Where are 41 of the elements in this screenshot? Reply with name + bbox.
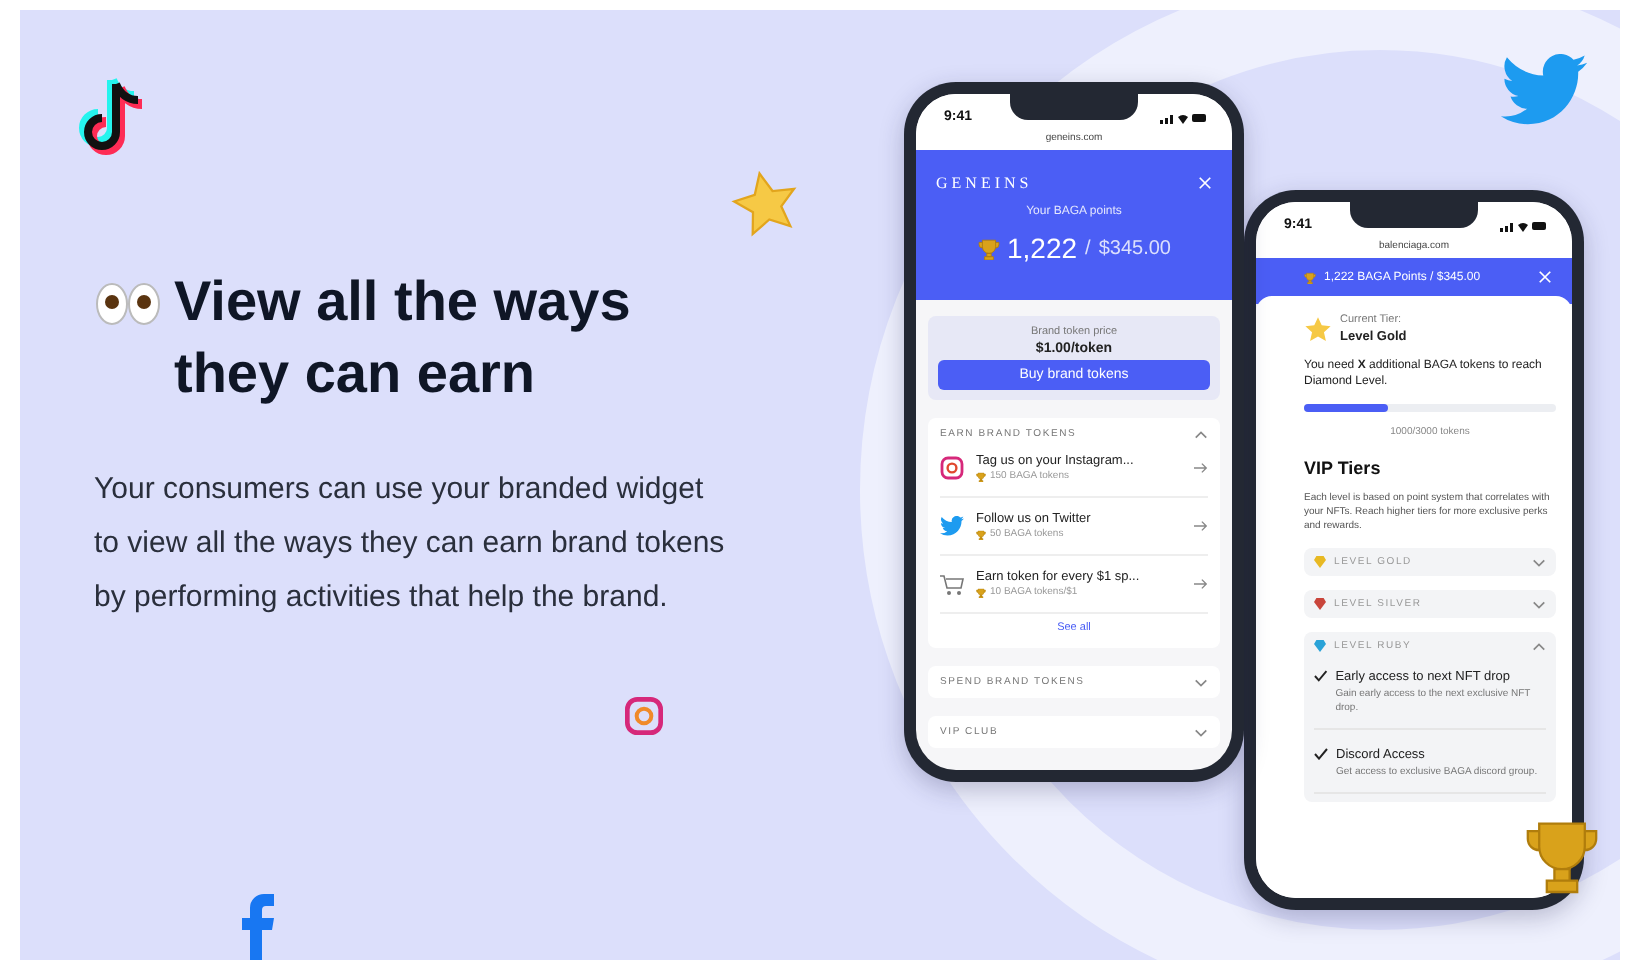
section-title: VIP Tiers (1304, 458, 1383, 478)
trophy-icon (976, 587, 986, 597)
chevron-up-icon (1194, 429, 1208, 439)
trophy-icon (1304, 271, 1316, 283)
separator: / (1085, 237, 1091, 259)
chevron-down-icon (1194, 727, 1208, 737)
phone-notch (1350, 202, 1478, 228)
arrow-right-icon[interactable] (1194, 462, 1208, 474)
chevron-down-icon (1532, 599, 1546, 609)
brand-logo: GENEINS (936, 174, 1033, 192)
cart-icon (940, 573, 964, 595)
trophy-icon (976, 471, 986, 481)
instagram-icon (940, 456, 964, 480)
letter-f-logo-icon (236, 894, 280, 960)
chevron-down-icon (1532, 557, 1546, 567)
check-icon (1314, 670, 1328, 682)
bird-icon (940, 516, 964, 536)
gem-icon (1314, 598, 1326, 610)
points-amount: $345.00 (1098, 237, 1171, 259)
status-icons (1500, 219, 1548, 231)
trophy-icon (977, 237, 999, 259)
gem-icon (1314, 556, 1326, 568)
phone-notch (1010, 94, 1138, 120)
headline: View all the ways they can earn (174, 268, 633, 408)
trophy-icon (976, 529, 986, 539)
star-icon (730, 170, 802, 238)
eyes-icon (94, 280, 162, 328)
check-icon (1314, 748, 1328, 760)
close-icon[interactable] (1538, 270, 1552, 284)
arrow-right-icon[interactable] (1194, 578, 1208, 590)
arrow-right-icon[interactable] (1194, 520, 1208, 532)
status-icons (1160, 111, 1208, 123)
bird-icon (1500, 54, 1588, 126)
camera-icon (624, 696, 664, 736)
chevron-down-icon (1194, 677, 1208, 687)
close-icon[interactable] (1198, 176, 1212, 190)
chevron-up-icon (1532, 641, 1546, 651)
points-value: 1,222 (1007, 232, 1078, 264)
star-icon (1304, 315, 1332, 343)
gem-icon (1314, 640, 1326, 652)
description: Your consumers can use your branded widget to view all the ways they can earn brand tokens by performing activities that help the brand. (94, 470, 727, 618)
